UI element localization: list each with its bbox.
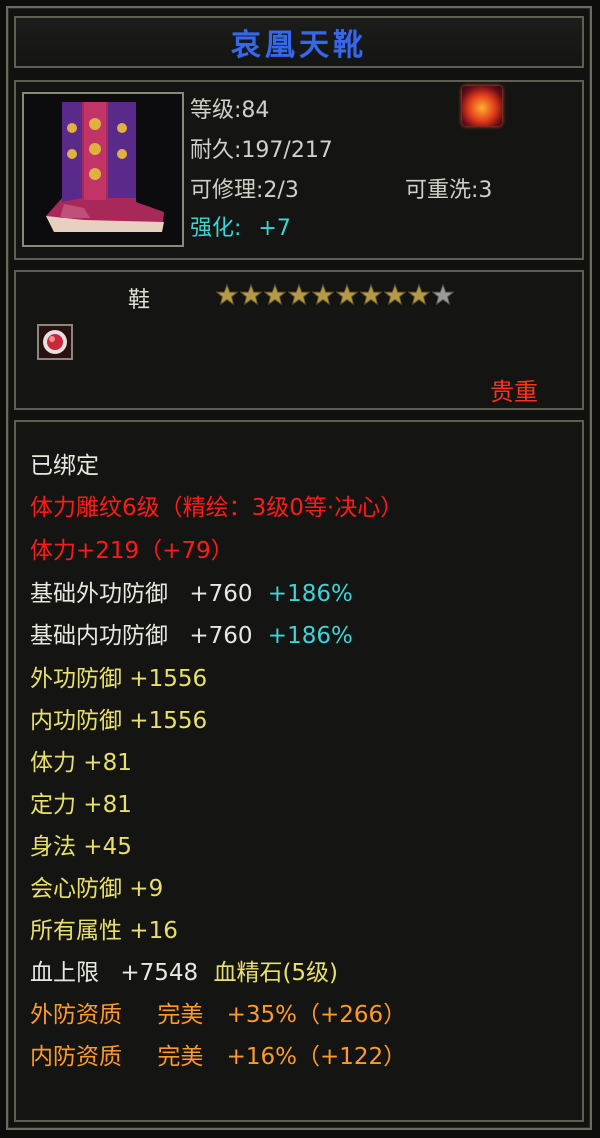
repairable-text: 可修理:2/3 <box>190 178 299 203</box>
star-icon <box>264 284 286 306</box>
star-icon <box>360 284 382 306</box>
ext-def: 外功防御 +1556 <box>30 666 208 692</box>
ext-quality-label: 外防资质 <box>30 1002 122 1028</box>
base-int-def-label: 基础内功防御 <box>30 623 168 649</box>
base-ext-def: 基础外功防御 +760 +186% <box>30 574 353 608</box>
enhance-label: 强化: <box>190 216 242 241</box>
int-quality: 内防资质 完美 +16%（+122） <box>30 1037 406 1071</box>
ext-quality: 外防资质 完美 +35%（+266） <box>30 995 406 1029</box>
boot-icon <box>24 94 182 245</box>
all-attr: 所有属性 +16 <box>30 918 178 944</box>
star-icon-empty <box>432 284 454 306</box>
level-text: 等级:84 <box>190 98 270 123</box>
int-quality-label: 内防资质 <box>30 1044 122 1070</box>
base-ext-def-value: +760 <box>189 581 253 607</box>
star-icon <box>384 284 406 306</box>
enhance-value: +7 <box>258 216 291 241</box>
stamina: 体力 +81 <box>30 750 132 776</box>
star-icon <box>240 284 262 306</box>
base-int-def-pct: +186% <box>267 623 353 649</box>
base-int-def: 基础内功防御 +760 +186% <box>30 616 353 650</box>
gem-socket-icon[interactable] <box>37 324 73 360</box>
engrave-line: 体力雕纹6级（精绘：3级0等·决心） <box>30 495 404 521</box>
star-icon <box>336 284 358 306</box>
star-icon <box>408 284 430 306</box>
star-rating <box>216 284 456 306</box>
base-ext-def-pct: +186% <box>267 581 353 607</box>
hp-gem: 血精石(5级) <box>213 960 339 986</box>
rarity-label: 贵重 <box>490 378 538 406</box>
focus: 定力 +81 <box>30 792 132 818</box>
ext-quality-value: +35%（+266） <box>226 1002 407 1028</box>
star-icon <box>312 284 334 306</box>
bound-status: 已绑定 <box>30 453 99 479</box>
star-icon <box>288 284 310 306</box>
int-quality-grade: 完美 <box>157 1044 204 1070</box>
hp-value: +7548 <box>120 960 199 986</box>
ext-quality-grade: 完美 <box>157 1002 204 1028</box>
item-name: 哀凰天靴 <box>231 28 367 63</box>
flame-icon[interactable] <box>462 86 502 126</box>
int-quality-value: +16%（+122） <box>226 1044 407 1070</box>
agility: 身法 +45 <box>30 834 132 860</box>
base-int-def-value: +760 <box>189 623 253 649</box>
int-def: 内功防御 +1556 <box>30 708 208 734</box>
title-bar: 哀凰天靴 <box>14 16 584 68</box>
item-slot[interactable] <box>22 92 184 247</box>
item-type: 鞋 <box>128 288 151 313</box>
star-icon <box>216 284 238 306</box>
hp-label: 血上限 <box>30 960 99 986</box>
gem-icon <box>43 330 67 354</box>
durability-text: 耐久:197/217 <box>190 138 333 163</box>
hp-line: 血上限 +7548 血精石(5级) <box>30 953 338 987</box>
crit-def: 会心防御 +9 <box>30 876 164 902</box>
engrave-bonus: 体力+219（+79） <box>30 538 234 564</box>
rewashable-text: 可重洗:3 <box>405 178 493 203</box>
enhance-line: 强化: +7 <box>190 210 291 242</box>
base-ext-def-label: 基础外功防御 <box>30 581 168 607</box>
